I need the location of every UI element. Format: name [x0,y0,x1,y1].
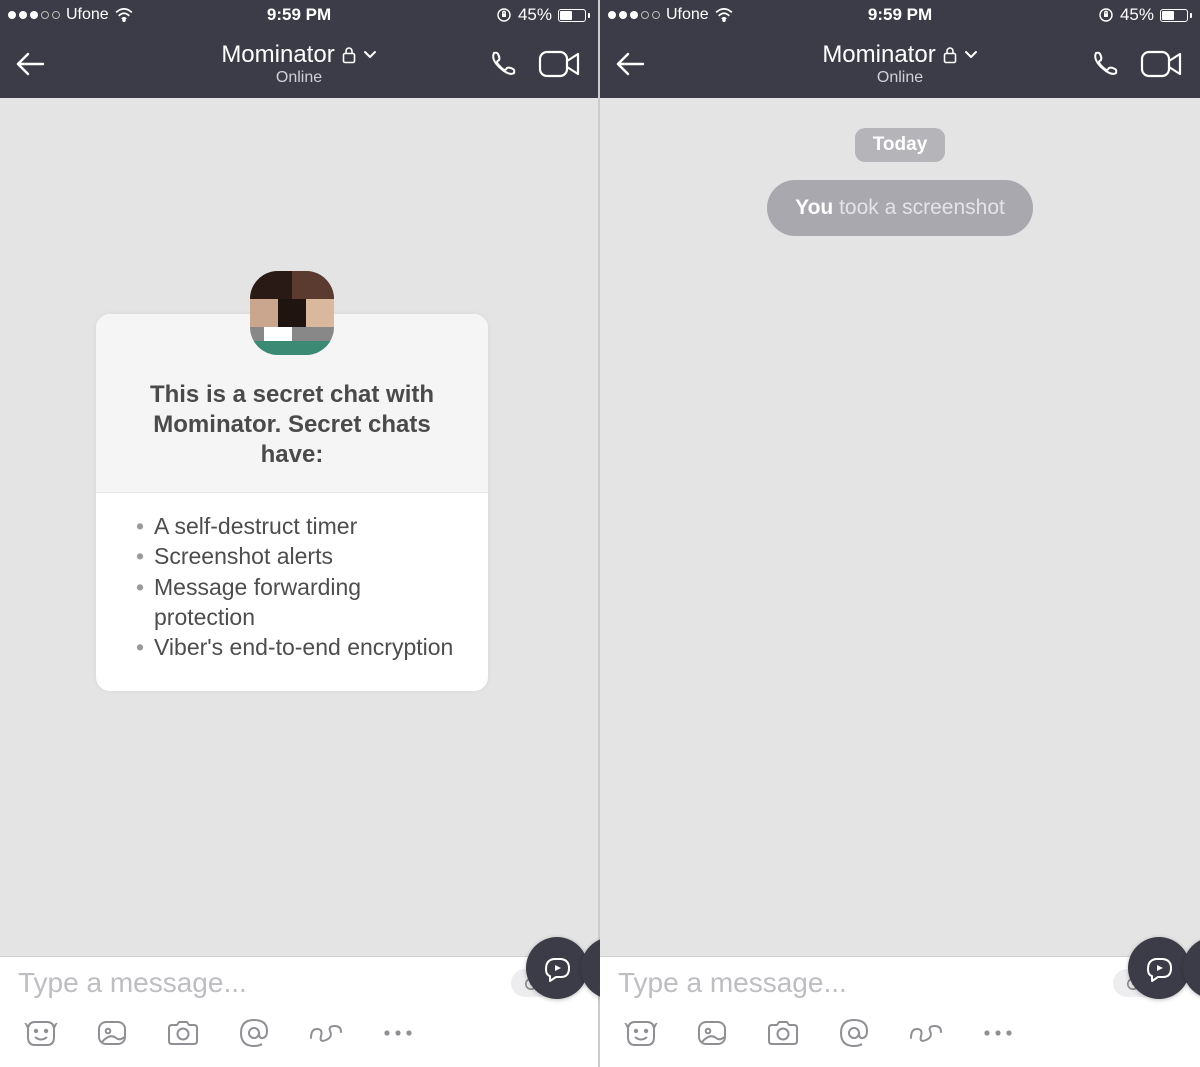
battery-icon [558,9,590,22]
chevron-down-icon [964,50,978,60]
voice-call-button[interactable] [1090,49,1120,79]
voice-call-button[interactable] [488,49,518,79]
sticker-icon[interactable] [24,1018,58,1048]
voice-message-fab[interactable] [1128,937,1190,999]
feature-item: Viber's end-to-end encryption [136,632,458,662]
event-actor: You [795,196,833,219]
event-action: took a screenshot [833,196,1005,219]
clock-label: 9:59 PM [868,5,932,25]
back-button[interactable] [608,42,652,86]
chat-messages-area[interactable]: Today You took a screenshot [600,98,1200,956]
lock-icon [341,46,357,64]
chat-title-text: Mominator [822,41,935,69]
carrier-label: Ufone [666,6,709,24]
feature-item: Message forwarding protection [136,572,458,633]
battery-pct: 45% [1120,5,1154,25]
chat-messages-area[interactable]: This is a secret chat with Mominator. Se… [0,98,598,956]
secret-chat-feature-list: A self-destruct timer Screenshot alerts … [96,493,488,691]
clock-label: 9:59 PM [267,5,331,25]
chat-header: Mominator Online [0,30,598,98]
gallery-icon[interactable] [696,1019,728,1047]
gallery-icon[interactable] [96,1019,128,1047]
wifi-icon [715,8,733,22]
camera-icon[interactable] [766,1019,800,1047]
rotation-lock-icon [1098,7,1114,23]
secret-chat-info-card: This is a secret chat with Mominator. Se… [96,314,488,691]
battery-icon [1160,9,1192,22]
message-input[interactable] [618,967,1113,999]
voice-message-fab[interactable] [526,937,588,999]
mention-icon[interactable] [838,1017,870,1049]
signal-dots-icon [8,11,60,19]
signal-dots-icon [608,11,660,19]
video-call-button[interactable] [1140,49,1182,79]
message-input-bar: 1m [600,956,1200,1067]
message-input[interactable] [18,967,511,999]
status-bar: Ufone 9:59 PM 45% [0,0,598,30]
screen-screenshot-alert: Ufone 9:59 PM 45% [600,0,1200,1067]
avatar [250,271,334,355]
carrier-label: Ufone [66,6,109,24]
message-input-bar: 1m [0,956,598,1067]
sticker-icon[interactable] [624,1018,658,1048]
lock-icon [942,46,958,64]
system-event-message: You took a screenshot [767,180,1033,236]
more-icon[interactable] [382,1028,414,1038]
chevron-down-icon [363,50,377,60]
chat-header: Mominator Online [600,30,1200,98]
feature-item: A self-destruct timer [136,511,458,541]
more-icon[interactable] [982,1028,1014,1038]
mention-icon[interactable] [238,1017,270,1049]
doodle-icon[interactable] [908,1020,944,1046]
rotation-lock-icon [496,7,512,23]
chat-title[interactable]: Mominator [822,41,977,69]
doodle-icon[interactable] [308,1020,344,1046]
chat-title-text: Mominator [221,41,334,69]
feature-item: Screenshot alerts [136,541,458,571]
chat-title[interactable]: Mominator [221,41,376,69]
back-button[interactable] [8,42,52,86]
video-call-button[interactable] [538,49,580,79]
battery-pct: 45% [518,5,552,25]
wifi-icon [115,8,133,22]
status-bar: Ufone 9:59 PM 45% [600,0,1200,30]
camera-icon[interactable] [166,1019,200,1047]
screen-secret-chat-intro: Ufone 9:59 PM 45% [0,0,600,1067]
date-separator: Today [855,128,946,162]
